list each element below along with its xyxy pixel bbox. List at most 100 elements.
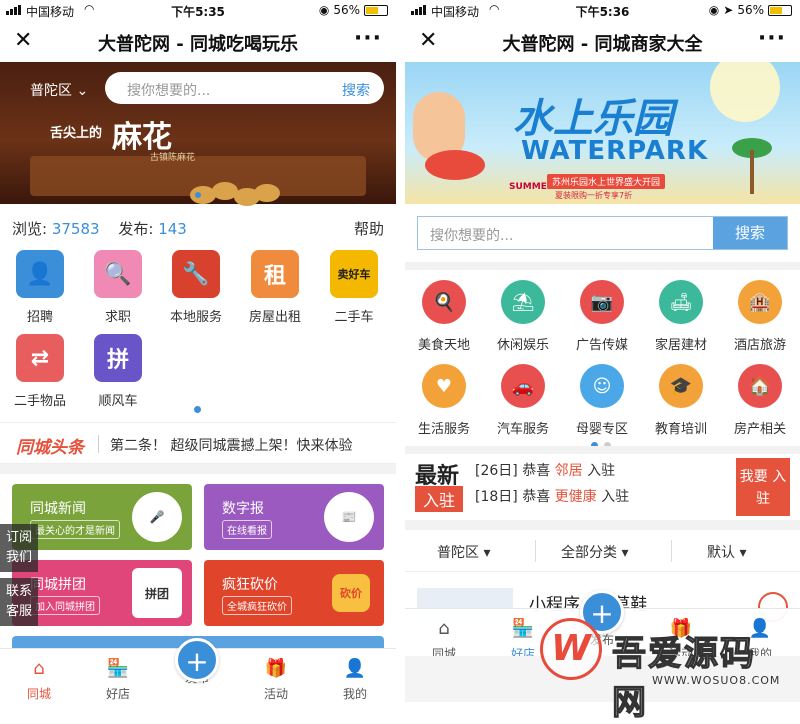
card-subtitle: 全城疯狂砍价 <box>222 596 292 615</box>
card-title: 数字报 <box>222 501 264 517</box>
tab-city[interactable]: ⌂ 同城 <box>6 649 72 702</box>
status-bar: 中国移动 ◠ 下午5:35 ◉ 56% <box>0 0 396 20</box>
card-bargain[interactable]: 疯狂砍价 全城疯狂砍价 砍价 <box>204 560 384 626</box>
chef-hat-icon: 🍳 <box>422 280 466 324</box>
filter-category[interactable]: 全部分类 ▾ <box>561 542 628 562</box>
sun-graphic <box>710 62 780 122</box>
customer-service-tab[interactable]: 联系 客服 <box>0 578 38 626</box>
card-digital-paper[interactable]: 数字报 在线看报 📰 <box>204 484 384 550</box>
search-input[interactable]: 搜你想要的... <box>127 80 210 100</box>
camera-icon: 📷 <box>580 280 624 324</box>
category-house-rent[interactable]: 租 房屋出租 <box>236 250 314 325</box>
more-icon[interactable]: ··· <box>758 26 786 51</box>
category-label: 顺风车 <box>98 394 138 409</box>
news-item[interactable]: [18日] 恭喜 更健康 入驻 <box>475 486 629 506</box>
category-recruit[interactable]: 👤 招聘 <box>1 250 79 325</box>
swim-ring-graphic <box>425 150 485 180</box>
search-button[interactable]: 搜索 <box>342 80 370 100</box>
microphone-icon: 🎤 <box>132 492 182 542</box>
category-food[interactable]: 🍳 美食天地 <box>405 280 483 353</box>
newest-merchants: 最新 入驻 [26日] 恭喜 邻居 入驻 [18日] 恭喜 更健康 入驻 我要 … <box>405 456 800 520</box>
posts-label: 发布: <box>118 220 154 238</box>
category-carpool[interactable]: 拼 顺风车 <box>79 334 157 409</box>
tab-mine[interactable]: 👤 我的 <box>322 649 388 702</box>
user-icon: 👤 <box>343 657 367 679</box>
tab-events[interactable]: 🎁 活动 <box>243 649 309 702</box>
banner-brand: 古镇陈麻花 <box>150 153 196 163</box>
page-title: 大普陀网 - 同城商家大全 <box>502 34 703 55</box>
card-title: 同城拼团 <box>30 577 86 593</box>
battery-icon <box>364 4 388 16</box>
tab-city[interactable]: ⌂ 同城 <box>411 609 477 662</box>
section-gap <box>0 464 396 474</box>
category-leisure[interactable]: ⛱ 休闲娱乐 <box>484 280 562 353</box>
headline-text[interactable]: 第二条！ 超级同城震撼上架！快来体验 <box>110 435 352 455</box>
news-date: [26日] <box>475 463 518 479</box>
card-group-buy[interactable]: 同城拼团 加入同城拼团 拼团 <box>12 560 192 626</box>
category-used-car[interactable]: 卖好车 二手车 <box>315 250 393 325</box>
news-item[interactable]: [26日] 恭喜 邻居 入驻 <box>475 460 615 480</box>
card-city-news[interactable]: 同城新闻 最关心的才是新闻 🎤 <box>12 484 192 550</box>
title-bar: ✕ 大普陀网 - 同城商家大全 ··· <box>405 20 800 62</box>
category-baby[interactable]: ☺ 母婴专区 <box>563 364 641 437</box>
graduation-cap-icon: 🎓 <box>659 364 703 408</box>
promo-banner[interactable]: 水上乐园 WATERPARK SUMMER 苏州乐园水上世界盛大开园 夏装限购一… <box>405 62 800 204</box>
watermark-logo-icon: W <box>540 618 602 680</box>
tab-label: 我的 <box>342 687 367 701</box>
category-hotel[interactable]: 🏨 酒店旅游 <box>721 280 799 353</box>
news-prefix: 恭喜 <box>522 489 551 505</box>
status-bar: 中国移动 ◠ 下午5:36 ◉ ➤ 56% <box>405 0 800 20</box>
tab-shops[interactable]: 🏪 好店 <box>85 649 151 702</box>
promo-banner[interactable]: 普陀区 ⌄ 搜你想要的... 搜索 舌尖上的 麻花 古镇陈麻花 <box>0 62 396 206</box>
divider <box>535 540 536 562</box>
used-car-icon: 卖好车 <box>330 250 378 298</box>
category-media[interactable]: 📷 广告传媒 <box>563 280 641 353</box>
orientation-lock-icon: ◉ <box>708 3 720 17</box>
search-bar[interactable]: 搜你想要的... 搜索 <box>417 216 788 250</box>
views-count: 37583 <box>51 220 100 238</box>
join-button[interactable]: 我要 入驻 <box>736 458 790 516</box>
category-job-seek[interactable]: 🔍 求职 <box>79 250 157 325</box>
category-furniture[interactable]: 🛋 家居建材 <box>642 280 720 353</box>
category-real-estate[interactable]: 🏠 房产相关 <box>721 364 799 437</box>
food-image <box>190 182 280 208</box>
posts-count: 143 <box>158 220 187 238</box>
views-label: 浏览: <box>12 220 48 238</box>
local-service-icon: 🔧 <box>172 250 220 298</box>
category-used-goods[interactable]: ⇄ 二手物品 <box>1 334 79 409</box>
house-icon: 🏠 <box>738 364 782 408</box>
filter-district[interactable]: 普陀区 ▾ <box>437 542 490 562</box>
used-goods-icon: ⇄ <box>16 334 64 382</box>
filter-sort[interactable]: 默认 ▾ <box>707 542 746 562</box>
site-watermark: W 吾爱源码网 WWW.WOSUO8.COM <box>540 608 790 724</box>
search-button[interactable]: 搜索 <box>713 217 787 249</box>
search-bar[interactable]: 搜你想要的... 搜索 <box>105 72 384 104</box>
search-input[interactable]: 搜你想要的... <box>430 225 513 245</box>
publish-plus-button[interactable]: + <box>175 638 219 682</box>
section-gap <box>405 520 800 530</box>
filter-bar: 普陀区 ▾ 全部分类 ▾ 默认 ▾ <box>405 530 800 572</box>
more-icon[interactable]: ··· <box>354 26 382 51</box>
headline-ticker[interactable]: 同城头条 第二条！ 超级同城震撼上架！快来体验 <box>0 422 396 464</box>
right-screen: 中国移动 ◠ 下午5:36 ◉ ➤ 56% ✕ 大普陀网 - 同城商家大全 ··… <box>405 0 800 702</box>
news-suffix: 入驻 <box>587 463 616 479</box>
baby-face-icon: ☺ <box>580 364 624 408</box>
car-icon: 🚗 <box>501 364 545 408</box>
category-education[interactable]: 🎓 教育培训 <box>642 364 720 437</box>
stats-row: 浏览: 37583 发布: 143 帮助 <box>12 218 384 239</box>
section-gap <box>405 262 800 270</box>
category-label: 美食天地 <box>417 338 470 353</box>
banner-slogan: 舌尖上的 <box>50 126 103 141</box>
category-label: 休闲娱乐 <box>496 338 549 353</box>
subscribe-tab[interactable]: 订阅 我们 <box>0 524 38 572</box>
category-label: 汽车服务 <box>496 422 549 437</box>
banner-offer: 夏装限购一折专享7折 <box>555 191 633 200</box>
help-link[interactable]: 帮助 <box>354 218 384 239</box>
news-merchant: 邻居 <box>554 463 583 479</box>
divider <box>671 540 672 562</box>
category-label: 房屋出租 <box>248 310 301 325</box>
category-auto[interactable]: 🚗 汽车服务 <box>484 364 562 437</box>
category-life-service[interactable]: ♥ 生活服务 <box>405 364 483 437</box>
district-selector[interactable]: 普陀区 ⌄ <box>30 80 88 100</box>
category-local-service[interactable]: 🔧 本地服务 <box>157 250 235 325</box>
